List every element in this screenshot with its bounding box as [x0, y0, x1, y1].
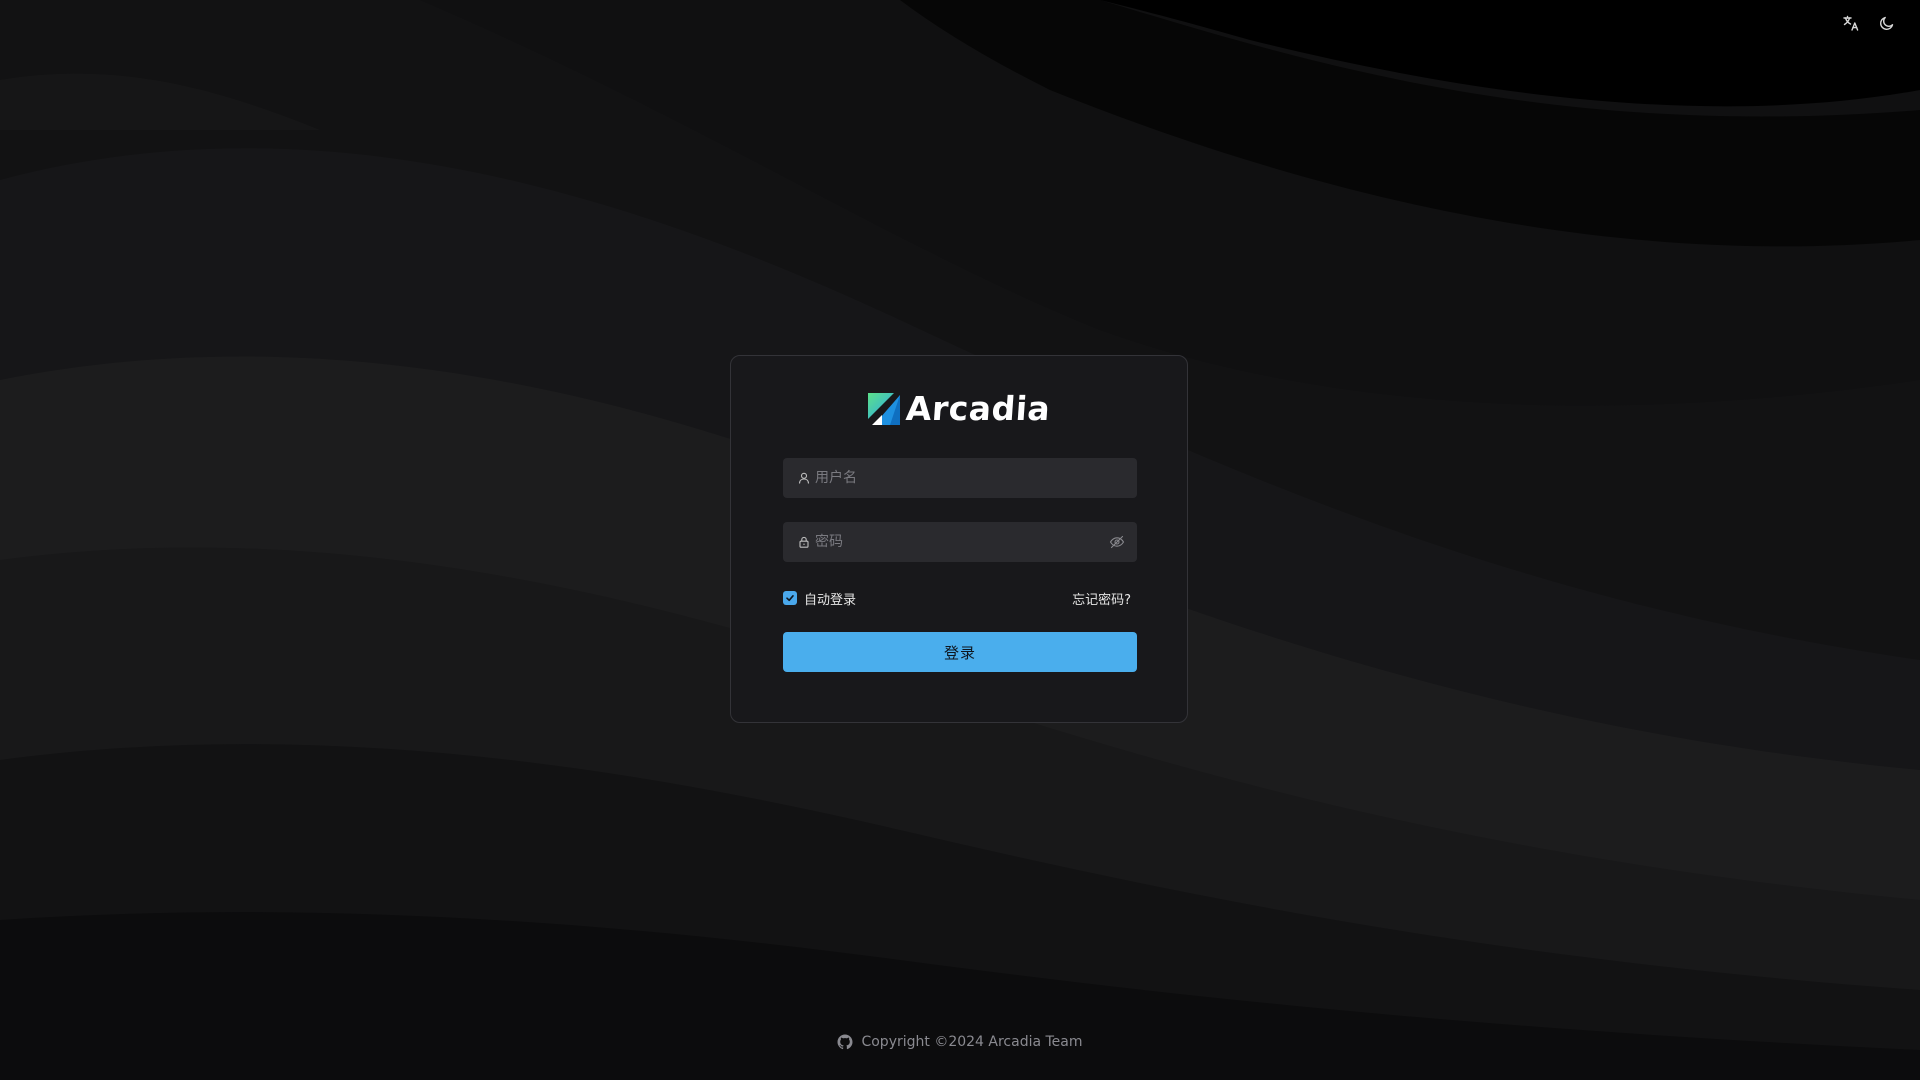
brand-logo: Arcadia [731, 389, 1187, 428]
login-button[interactable]: 登录 [783, 632, 1137, 672]
auto-login-label[interactable]: 自动登录 [804, 589, 856, 608]
translate-icon[interactable] [1842, 14, 1860, 32]
password-field[interactable] [783, 522, 1137, 562]
copyright-text: Copyright ©2024 Arcadia Team [861, 1034, 1083, 1050]
github-icon[interactable] [837, 1034, 853, 1050]
forgot-password-link[interactable]: 忘记密码? [1072, 589, 1137, 608]
password-input[interactable] [815, 522, 1109, 562]
login-card: Arcadia 用户名 自动登录 忘记密码? 登录 [730, 355, 1188, 723]
username-field[interactable] [783, 458, 1137, 498]
moon-icon[interactable] [1878, 14, 1896, 32]
username-input[interactable] [815, 458, 1125, 498]
auto-login-checkbox[interactable] [783, 591, 797, 605]
arcadia-logo-icon [867, 393, 900, 425]
eye-off-icon[interactable] [1109, 534, 1125, 550]
user-icon [797, 471, 811, 485]
footer: Copyright ©2024 Arcadia Team [0, 1034, 1920, 1050]
login-options: 自动登录 忘记密码? [783, 588, 1137, 608]
auto-login-toggle[interactable]: 自动登录 [783, 589, 856, 608]
header-toolbar [1842, 14, 1896, 32]
lock-icon [797, 535, 811, 549]
check-icon [786, 595, 794, 602]
brand-name: Arcadia [904, 389, 1052, 428]
